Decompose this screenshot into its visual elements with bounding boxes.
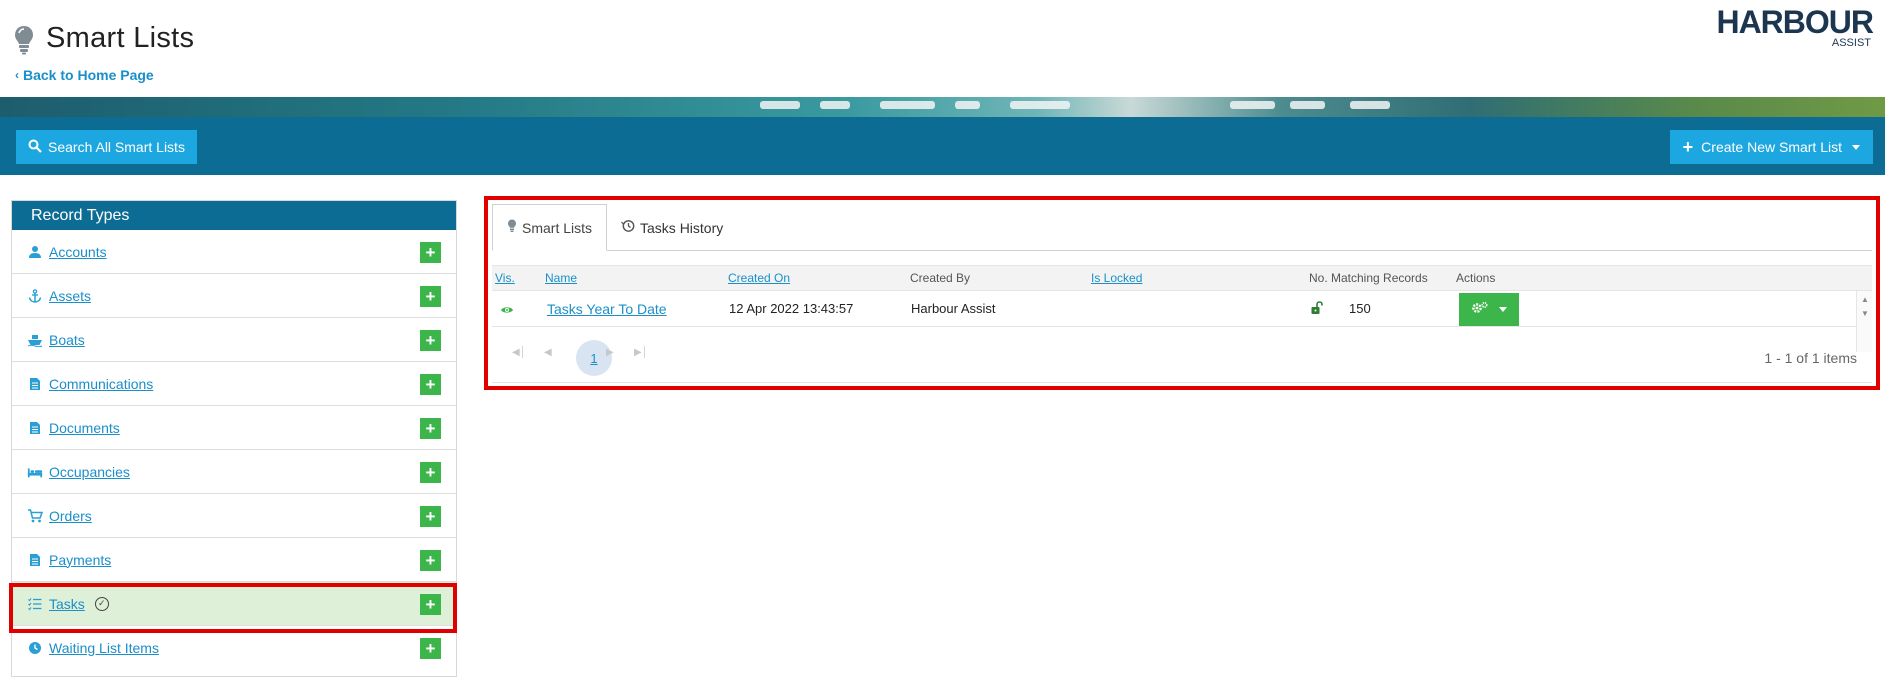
harbour-assist-logo: HARBOUR ASSIST bbox=[1716, 4, 1874, 49]
toolbar: Search All Smart Lists + Create New Smar… bbox=[0, 117, 1885, 175]
clock-icon bbox=[27, 640, 43, 656]
caret-down-icon bbox=[1499, 307, 1507, 312]
add-smart-list-button[interactable]: + bbox=[420, 242, 441, 263]
anchor-icon bbox=[27, 288, 43, 304]
add-smart-list-button[interactable]: + bbox=[420, 330, 441, 351]
record-type-link[interactable]: Tasks bbox=[49, 596, 85, 612]
record-type-item-waiting-list-items[interactable]: Waiting List Items + bbox=[12, 626, 456, 670]
record-type-item-communications[interactable]: Communications + bbox=[12, 362, 456, 406]
column-header-is-locked[interactable]: Is Locked bbox=[1091, 271, 1142, 285]
current-page-button[interactable]: 1 bbox=[576, 340, 612, 376]
scroll-down-icon[interactable]: ▼ bbox=[1861, 309, 1869, 318]
marina-banner-image bbox=[0, 97, 1885, 117]
record-type-link[interactable]: Occupancies bbox=[49, 464, 130, 480]
history-icon bbox=[621, 219, 635, 236]
record-type-link[interactable]: Assets bbox=[49, 288, 91, 304]
page-header: Smart Lists ‹ Back to Home Page HARBOUR … bbox=[0, 0, 1885, 97]
created-by-cell: Harbour Assist bbox=[911, 301, 996, 316]
record-type-link[interactable]: Boats bbox=[49, 332, 85, 348]
record-type-link[interactable]: Communications bbox=[49, 376, 153, 392]
record-types-list: Accounts + Assets + Boats + Communications + Doc… bbox=[12, 230, 456, 670]
lightbulb-icon bbox=[507, 219, 517, 236]
tab-tasks-history[interactable]: Tasks History bbox=[607, 204, 737, 251]
next-page-icon[interactable]: ▶ bbox=[606, 347, 614, 358]
column-header-actions: Actions bbox=[1456, 271, 1496, 285]
caret-down-icon bbox=[1852, 144, 1860, 150]
document-icon bbox=[27, 376, 43, 392]
row-actions-dropdown-button[interactable] bbox=[1459, 293, 1519, 326]
page-title: Smart Lists bbox=[46, 22, 195, 54]
add-smart-list-button[interactable]: + bbox=[420, 418, 441, 439]
boat-icon bbox=[27, 332, 43, 348]
document-icon bbox=[27, 552, 43, 568]
add-smart-list-button[interactable]: + bbox=[420, 462, 441, 483]
create-new-smart-list-button[interactable]: + Create New Smart List bbox=[1669, 130, 1873, 164]
column-header-vis[interactable]: Vis. bbox=[495, 271, 515, 285]
record-type-item-orders[interactable]: Orders + bbox=[12, 494, 456, 538]
add-smart-list-button[interactable]: + bbox=[420, 638, 441, 659]
eye-icon[interactable] bbox=[500, 303, 514, 318]
smart-list-name-link[interactable]: Tasks Year To Date bbox=[547, 301, 667, 317]
back-link-label: Back to Home Page bbox=[23, 67, 154, 83]
record-type-item-payments[interactable]: Payments + bbox=[12, 538, 456, 582]
table-row: Tasks Year To Date 12 Apr 2022 13:43:57 … bbox=[492, 290, 1872, 352]
back-to-home-link[interactable]: ‹ Back to Home Page bbox=[15, 67, 154, 83]
record-type-link[interactable]: Accounts bbox=[49, 244, 107, 260]
add-smart-list-button[interactable]: + bbox=[420, 286, 441, 307]
record-type-link[interactable]: Orders bbox=[49, 508, 92, 524]
first-page-icon[interactable]: ◀│ bbox=[512, 347, 526, 358]
smart-lists-main-panel: Smart Lists Tasks History Vis. Name Crea… bbox=[484, 196, 1880, 390]
plus-icon: + bbox=[1682, 137, 1694, 157]
record-types-title: Record Types bbox=[12, 201, 456, 230]
add-smart-list-button[interactable]: + bbox=[420, 374, 441, 395]
search-icon bbox=[28, 139, 42, 156]
tab-smart-lists[interactable]: Smart Lists bbox=[492, 204, 608, 251]
cart-icon bbox=[27, 508, 43, 524]
column-header-matching-records: No. Matching Records bbox=[1309, 271, 1428, 285]
last-page-icon[interactable]: ▶│ bbox=[634, 347, 648, 358]
record-type-link[interactable]: Documents bbox=[49, 420, 120, 436]
logo-main-text: HARBOUR bbox=[1716, 4, 1874, 40]
add-smart-list-button[interactable]: + bbox=[420, 506, 441, 527]
record-type-item-tasks[interactable]: Tasks ✓ + bbox=[12, 582, 456, 626]
record-type-item-accounts[interactable]: Accounts + bbox=[12, 230, 456, 274]
record-type-item-documents[interactable]: Documents + bbox=[12, 406, 456, 450]
column-header-created-on[interactable]: Created On bbox=[728, 271, 790, 285]
smart-lists-grid: Vis. Name Created On Created By Is Locke… bbox=[492, 265, 1872, 383]
record-type-item-occupancies[interactable]: Occupancies + bbox=[12, 450, 456, 494]
lightbulb-icon bbox=[13, 25, 35, 55]
record-type-item-assets[interactable]: Assets + bbox=[12, 274, 456, 318]
unlocked-padlock-icon[interactable] bbox=[1310, 301, 1324, 318]
document-icon bbox=[27, 420, 43, 436]
gears-icon bbox=[1471, 301, 1489, 318]
previous-page-icon[interactable]: ◀ bbox=[544, 347, 552, 358]
pager: ◀│ ◀ 1 ▶ ▶│ 1 - 1 of 1 items bbox=[492, 327, 1872, 383]
checklist-icon bbox=[27, 596, 43, 612]
bed-icon bbox=[27, 464, 43, 480]
search-button-label: Search All Smart Lists bbox=[48, 139, 185, 155]
add-smart-list-button[interactable]: + bbox=[420, 550, 441, 571]
record-type-link[interactable]: Waiting List Items bbox=[49, 640, 159, 656]
record-type-item-boats[interactable]: Boats + bbox=[12, 318, 456, 362]
tab-bar: Smart Lists Tasks History bbox=[492, 204, 1872, 251]
grid-header: Vis. Name Created On Created By Is Locke… bbox=[492, 266, 1872, 290]
add-smart-list-button[interactable]: + bbox=[420, 594, 441, 615]
person-icon bbox=[27, 244, 43, 260]
matching-records-cell: 150 bbox=[1349, 301, 1371, 316]
record-type-link[interactable]: Payments bbox=[49, 552, 111, 568]
tab-tasks-history-label: Tasks History bbox=[640, 219, 724, 236]
search-all-smart-lists-button[interactable]: Search All Smart Lists bbox=[16, 130, 197, 164]
create-button-label: Create New Smart List bbox=[1701, 139, 1842, 155]
scroll-up-icon[interactable]: ▲ bbox=[1861, 295, 1869, 304]
created-on-cell: 12 Apr 2022 13:43:57 bbox=[729, 301, 854, 316]
chevron-left-icon: ‹ bbox=[15, 68, 19, 82]
tab-smart-lists-label: Smart Lists bbox=[522, 219, 593, 236]
column-header-name[interactable]: Name bbox=[545, 271, 577, 285]
selected-check-icon: ✓ bbox=[94, 596, 109, 611]
record-types-panel: Record Types Accounts + Assets + Boats + Commu… bbox=[11, 200, 457, 677]
pager-info: 1 - 1 of 1 items bbox=[1764, 350, 1857, 366]
column-header-created-by: Created By bbox=[910, 271, 971, 285]
